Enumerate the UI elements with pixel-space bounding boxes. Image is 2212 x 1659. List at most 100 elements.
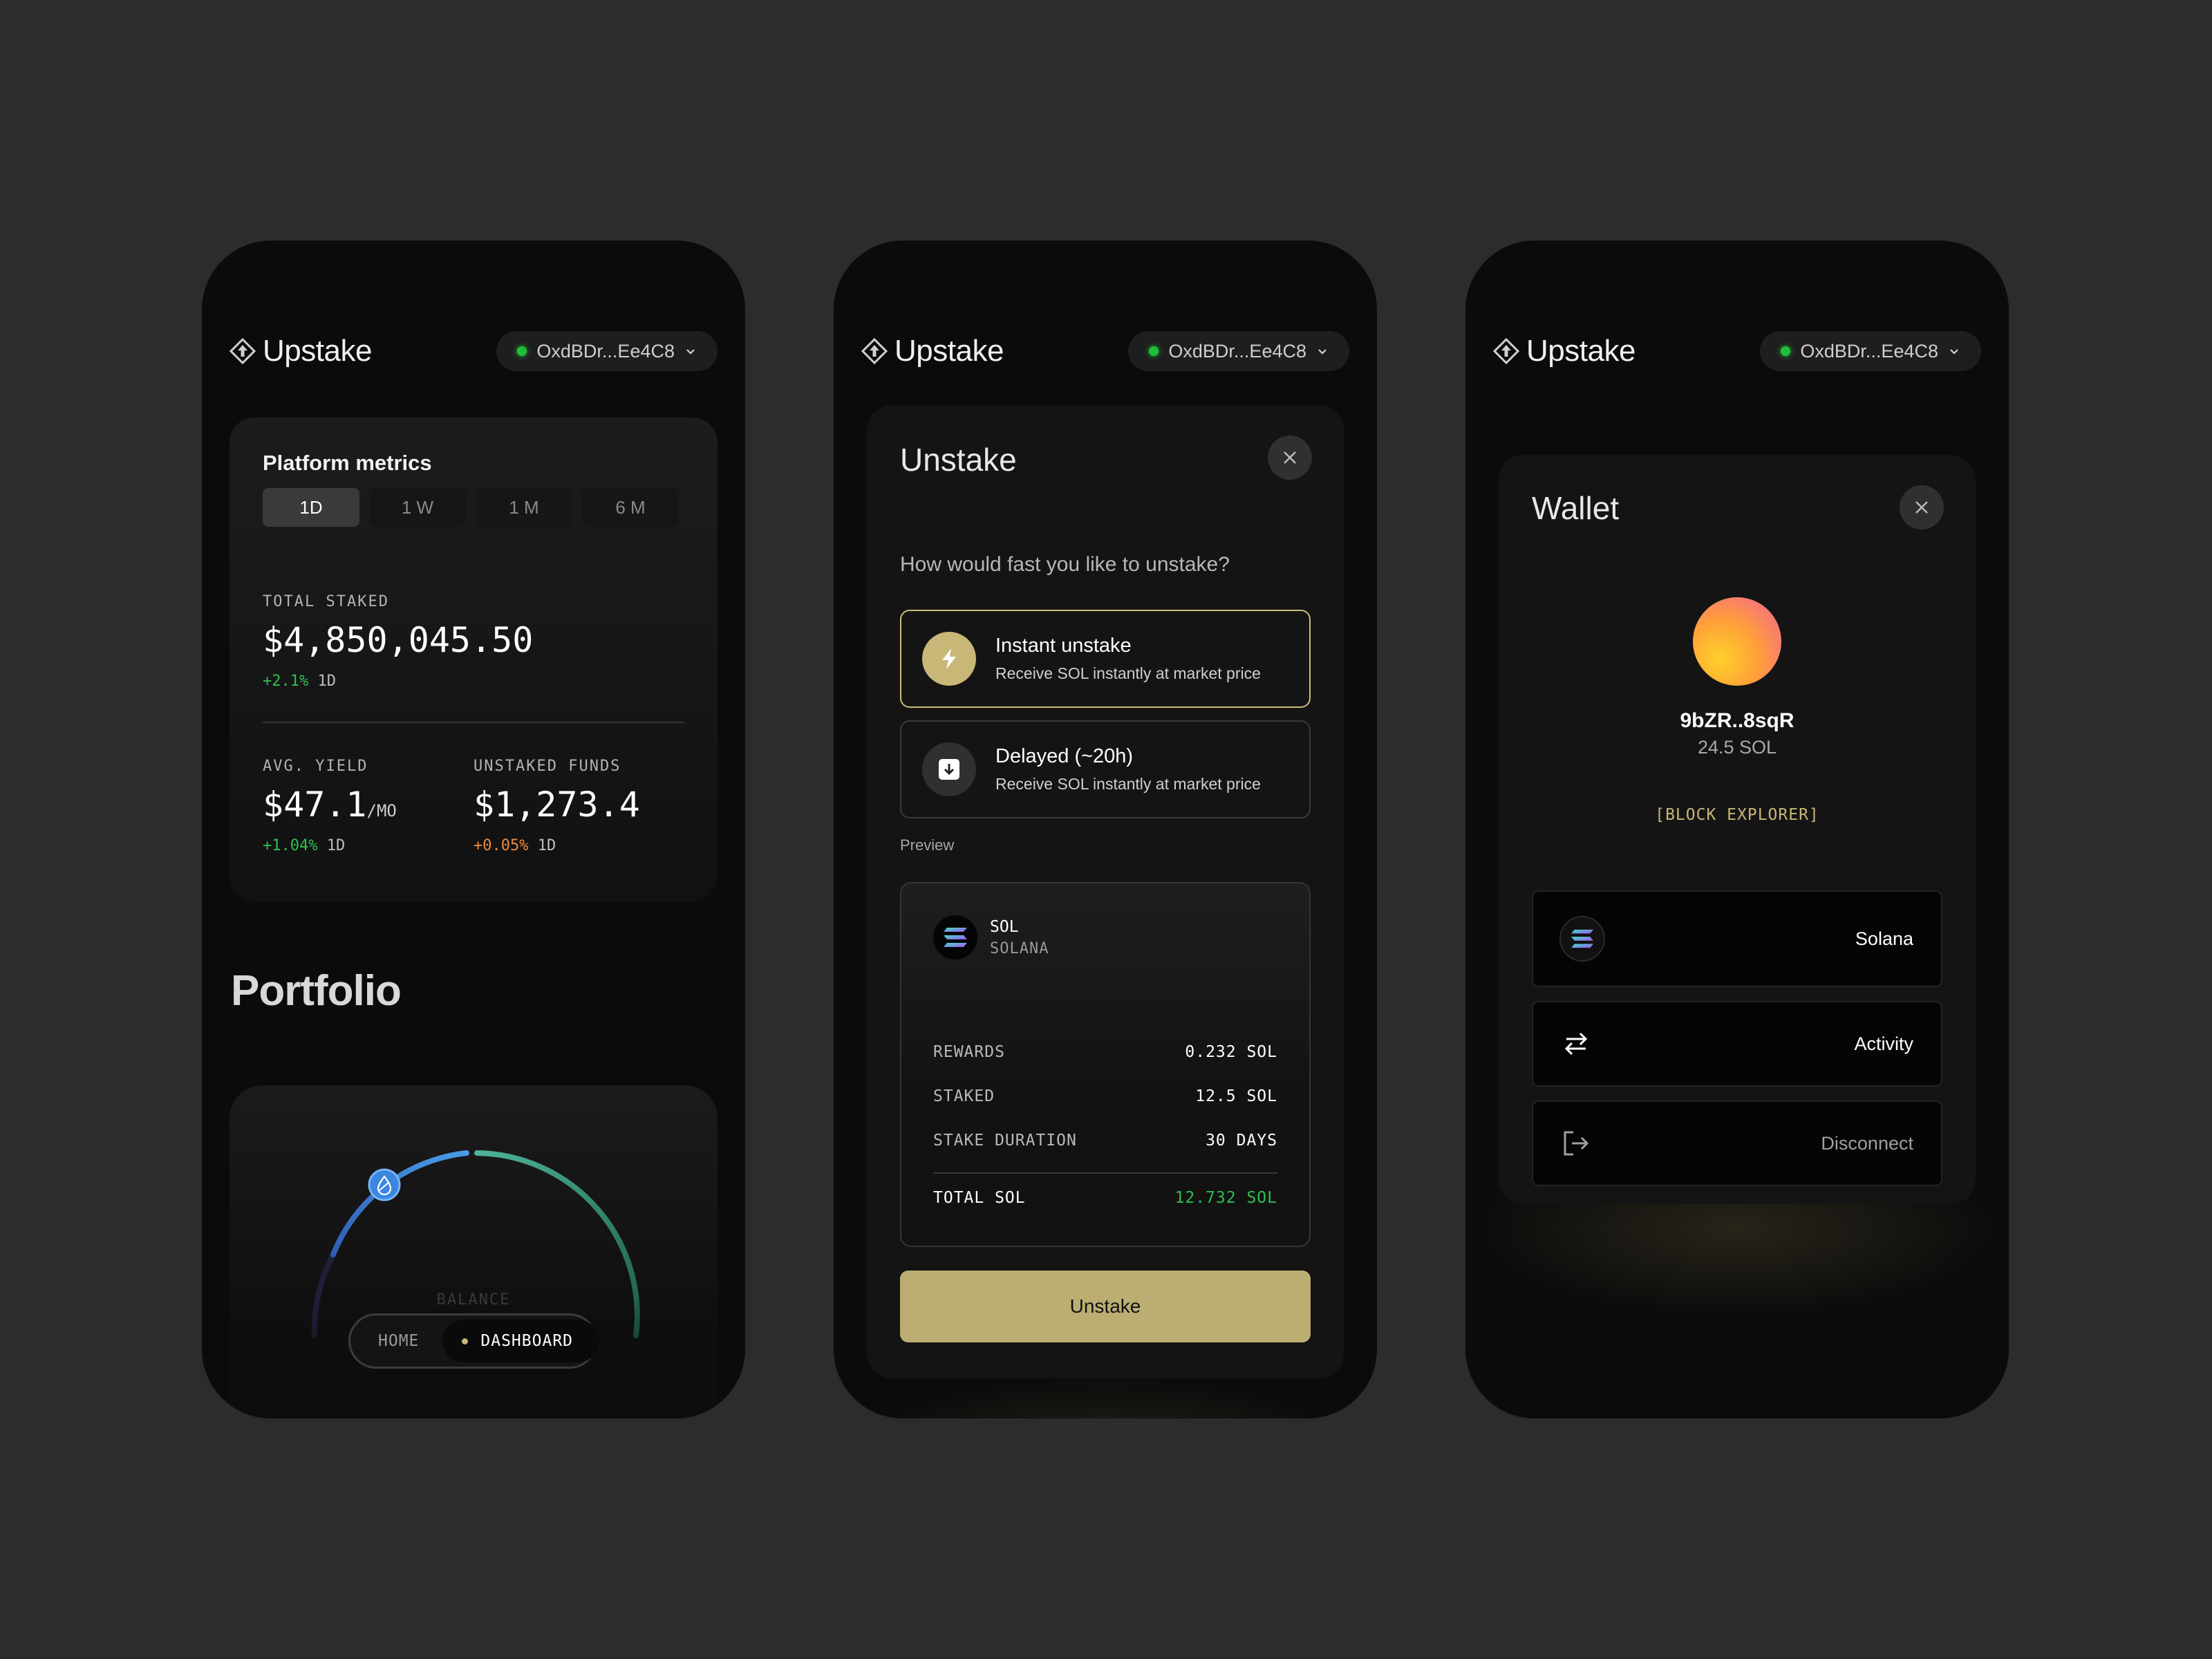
unstaked-funds-block: UNSTAKED FUNDS $1,273.4 +0.05% 1D [474,758,684,854]
wallet-card: Wallet 9bZR..8sqR 24.5 SOL [BLOCK EXPLOR… [1499,455,1976,1204]
wallet-address-display: 9bZR..8sqR [1680,709,1794,732]
avg-yield-period: 1D [326,837,346,854]
block-explorer-link[interactable]: [BLOCK EXPLORER] [1499,806,1976,824]
wallet-selector[interactable]: OxdBDr...Ee4C8 [496,331,718,371]
chevron-down-icon [686,349,695,355]
row-label: STAKED [933,1087,995,1105]
preview-row-staked: STAKED 12.5 SOL [933,1074,1277,1118]
gauge-blue-arc [330,1150,469,1257]
row-value: 30 DAYS [1206,1132,1277,1150]
total-staked-change: +2.1% 1D [263,673,684,690]
nav-home[interactable]: HOME [355,1320,442,1362]
option-title: Delayed (~20h) [995,745,1134,767]
brand[interactable]: Upstake [1493,334,1635,368]
unstake-button[interactable]: Unstake [900,1271,1311,1342]
unstake-title: Unstake [900,442,1017,478]
upstake-logo-icon [861,338,888,364]
nav-dashboard-label: DASHBOARD [480,1332,574,1350]
range-tab-1w[interactable]: 1 W [369,488,466,527]
range-tab-1m[interactable]: 1 M [476,488,572,527]
brand[interactable]: Upstake [229,334,372,368]
row-label: REWARDS [933,1043,1005,1061]
range-tab-1d[interactable]: 1D [263,488,359,527]
option-subtitle: Receive SOL instantly at market price [995,775,1261,793]
phone-wallet: Upstake OxdBDr...Ee4C8 Wallet 9bZR..8sqR… [1465,241,2009,1418]
brand-name: Upstake [894,334,1004,368]
bottom-nav: HOME DASHBOARD [348,1313,600,1369]
preview-row-duration: STAKE DURATION 30 DAYS [933,1118,1277,1163]
option-icon-wrap [922,632,976,686]
total-label: TOTAL SOL [933,1189,1026,1207]
preview-box: SOL SOLANA REWARDS 0.232 SOL STAKED 12.5… [900,882,1311,1247]
logout-icon [1564,1131,1589,1156]
chevron-down-icon [1950,349,1958,355]
option-instant-unstake[interactable]: Instant unstake Receive SOL instantly at… [900,610,1311,708]
platform-metrics-card: Platform metrics 1D 1 W 1 M 6 M TOTAL ST… [229,418,718,901]
solana-icon [1559,916,1605,962]
token-text: SOL SOLANA [990,918,1049,957]
total-value: 12.732 SOL [1174,1189,1277,1207]
solana-icon [933,915,977,959]
connected-status-dot [517,346,527,356]
metrics-divider [263,722,684,723]
avg-yield-unit: /MO [366,801,397,821]
total-staked-period: 1D [317,673,336,690]
metrics-row: AVG. YIELD $47.1/MO +1.04% 1D UNSTAKED F… [263,758,684,854]
portfolio-title: Portfolio [231,967,402,1015]
wallet-title: Wallet [1532,490,1620,526]
total-staked-block: TOTAL STAKED $4,850,045.50 +2.1% 1D [263,593,684,690]
preview-row-total: TOTAL SOL 12.732 SOL [933,1172,1277,1217]
row-label: Disconnect [1821,1132,1913,1154]
option-icon-wrap [922,742,976,796]
unstake-question: How would fast you like to unstake? [900,553,1230,576]
swap-arrows-icon [1564,1032,1588,1056]
close-button[interactable] [1268,435,1312,480]
option-delayed-unstake[interactable]: Delayed (~20h) Receive SOL instantly at … [900,720,1311,818]
option-title: Instant unstake [995,635,1132,657]
connected-status-dot [1149,346,1159,356]
total-staked-change-pct: +2.1% [263,673,309,690]
wallet-address: OxdBDr...Ee4C8 [1800,340,1938,362]
avg-yield-change: +1.04% 1D [263,837,474,854]
active-dot [462,1338,469,1344]
download-icon [939,759,959,780]
unstaked-funds-period: 1D [537,837,556,854]
range-tab-6m[interactable]: 6 M [582,488,679,527]
option-text: Delayed (~20h) Receive SOL instantly at … [995,745,1261,794]
avg-yield-label: AVG. YIELD [263,758,368,775]
wallet-selector[interactable]: OxdBDr...Ee4C8 [1128,331,1349,371]
top-bar: Upstake OxdBDr...Ee4C8 [229,330,718,372]
brand-name: Upstake [1526,334,1635,368]
connected-status-dot [1781,346,1791,356]
unstaked-funds-value: $1,273.4 [474,785,640,825]
wallet-address: OxdBDr...Ee4C8 [1168,340,1306,362]
row-value: 12.5 SOL [1195,1087,1277,1105]
lightning-icon [942,648,956,669]
bottom-glow [834,1374,1377,1418]
avg-yield-value: $47.1/MO [263,785,474,825]
upstake-logo-icon [229,338,256,364]
phone-unstake: Upstake OxdBDr...Ee4C8 Unstake How would… [834,241,1377,1418]
unstaked-funds-change-pct: +0.05% [474,837,529,854]
total-staked-label: TOTAL STAKED [263,593,389,610]
avg-yield-block: AVG. YIELD $47.1/MO +1.04% 1D [263,758,474,854]
wallet-selector[interactable]: OxdBDr...Ee4C8 [1760,331,1981,371]
unstaked-funds-change: +0.05% 1D [474,837,684,854]
wallet-avatar [1693,597,1781,686]
close-button[interactable] [1900,485,1944,529]
wallet-row-disconnect[interactable]: Disconnect [1532,1100,1942,1186]
brand[interactable]: Upstake [861,334,1004,368]
upstake-logo-icon [1493,338,1519,364]
balance-label: BALANCE [436,1291,511,1309]
close-icon [1284,451,1296,464]
wallet-row-solana[interactable]: Solana [1532,890,1942,987]
nav-dashboard[interactable]: DASHBOARD [442,1320,600,1362]
option-subtitle: Receive SOL instantly at market price [995,664,1261,682]
row-label: Activity [1854,1033,1913,1054]
preview-rows: REWARDS 0.232 SOL STAKED 12.5 SOL STAKE … [933,1030,1277,1217]
gauge-handle-icon [368,1168,401,1201]
option-text: Instant unstake Receive SOL instantly at… [995,635,1261,683]
brand-name: Upstake [263,334,372,368]
wallet-row-activity[interactable]: Activity [1532,1001,1942,1087]
token-name: SOLANA [990,939,1049,957]
